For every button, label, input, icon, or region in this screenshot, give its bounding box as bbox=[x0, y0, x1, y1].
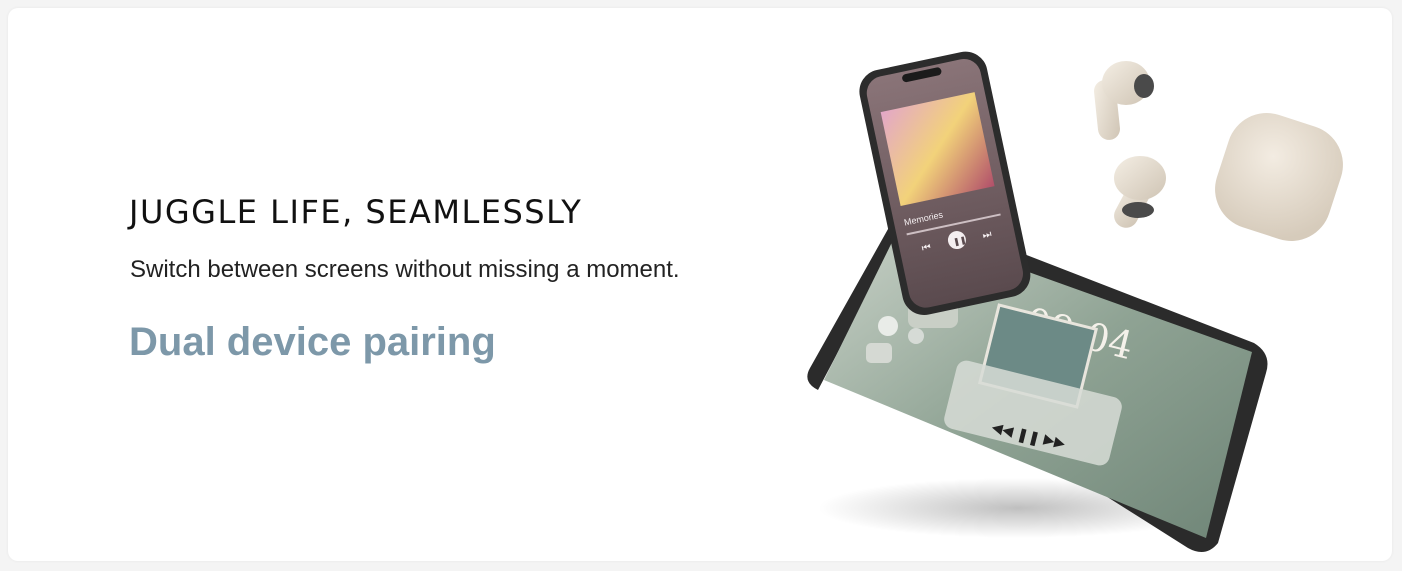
album-cover bbox=[880, 92, 995, 207]
subheadline: Switch between screens without missing a… bbox=[130, 256, 680, 283]
widget-icon[interactable] bbox=[908, 328, 924, 344]
photos-icon[interactable] bbox=[866, 343, 892, 363]
charging-case bbox=[1215, 113, 1343, 241]
earbud-bottom bbox=[1114, 156, 1166, 228]
headline: JUGGLE LIFE, SEAMLESSLY bbox=[129, 193, 583, 231]
earbud-top bbox=[1094, 61, 1154, 140]
product-banner: JUGGLE LIFE, SEAMLESSLY Switch between s… bbox=[8, 8, 1392, 561]
feature-title: Dual device pairing bbox=[129, 320, 496, 364]
spotify-icon[interactable] bbox=[878, 316, 898, 336]
product-image: 09:04 ◀◀ ❚❚ ▶▶ Memories ⏮ ❚❚ ⏭ bbox=[807, 51, 1343, 552]
